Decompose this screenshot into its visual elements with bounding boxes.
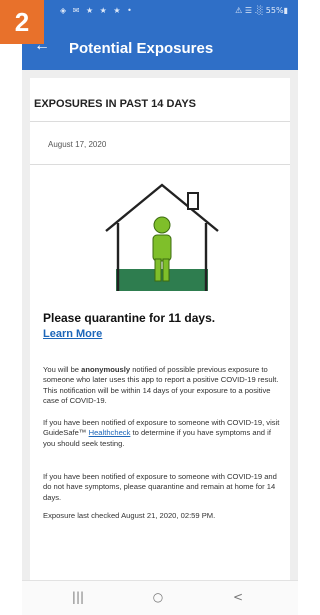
house-with-person-icon: [105, 183, 219, 291]
step-number-badge: 2: [0, 0, 44, 44]
app-bar: ◈ ✉ ★ ★ ★ • ⚠ ☰ .░ 55%▮ ← Potential Expo…: [22, 0, 298, 70]
notification-paragraph: You will be anonymously notified of poss…: [43, 365, 281, 406]
healthcheck-paragraph: If you have been notified of exposure to…: [43, 418, 281, 449]
phone-screen: ◈ ✉ ★ ★ ★ • ⚠ ☰ .░ 55%▮ ← Potential Expo…: [0, 0, 299, 615]
quarantine-paragraph: If you have been notified of exposure to…: [43, 472, 277, 502]
healthcheck-link[interactable]: Healthcheck: [89, 428, 131, 437]
section-title: EXPOSURES IN PAST 14 DAYS: [34, 98, 196, 110]
status-icons-right: ⚠ ☰ .░ 55%▮: [235, 6, 288, 15]
back-icon[interactable]: <: [226, 590, 250, 604]
exposure-date: August 17, 2020: [48, 140, 107, 149]
content-area[interactable]: EXPOSURES IN PAST 14 DAYS August 17, 202…: [22, 70, 298, 580]
exposure-card: EXPOSURES IN PAST 14 DAYS August 17, 202…: [30, 78, 290, 580]
divider: [30, 164, 290, 165]
paragraph-text: You will be: [43, 365, 82, 374]
divider: [30, 121, 290, 122]
last-checked-text: Exposure last checked August 21, 2020, 0…: [43, 511, 216, 520]
page-title: Potential Exposures: [69, 40, 214, 57]
quarantine-headline: Please quarantine for 11 days.: [43, 311, 216, 325]
status-bar: ◈ ✉ ★ ★ ★ • ⚠ ☰ .░ 55%▮: [22, 0, 298, 22]
recent-apps-icon[interactable]: |||: [66, 590, 90, 604]
status-icons-left: ◈ ✉ ★ ★ ★ •: [60, 6, 134, 15]
learn-more-link[interactable]: Learn More: [43, 328, 102, 340]
home-icon[interactable]: ○: [146, 590, 170, 604]
system-nav-bar: ||| ○ <: [22, 580, 298, 615]
emphasis-text: anonymously: [81, 365, 131, 374]
